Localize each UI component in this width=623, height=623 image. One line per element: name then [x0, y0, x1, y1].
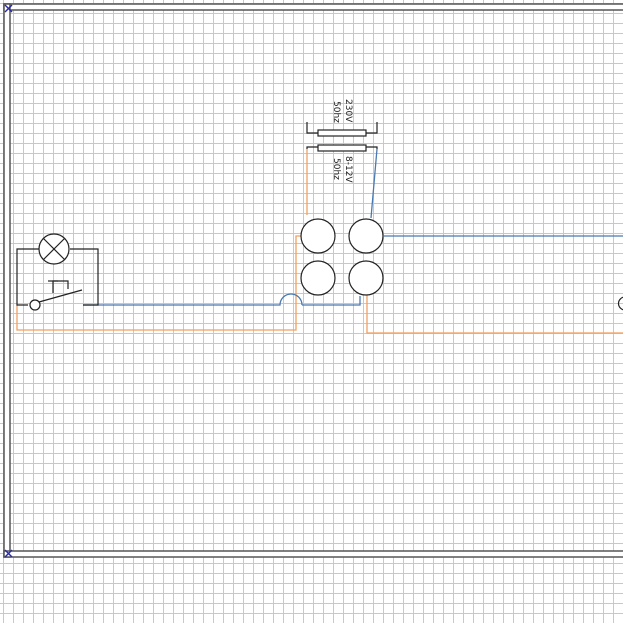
- neutral-wire-transformer-to-junction[interactable]: [370, 148, 378, 219]
- junction-terminal-icon[interactable]: [300, 260, 336, 296]
- junction-box[interactable]: [300, 218, 384, 296]
- neutral-wire-switch-to-junction[interactable]: [83, 293, 303, 306]
- transformer-secondary-frequency: 50hz: [331, 158, 341, 180]
- drawing-canvas[interactable]: 230V 50hz 8-12V 50hz: [0, 0, 623, 623]
- transformer-primary-frequency: 50hz: [331, 101, 341, 123]
- wall-bottom: [3, 550, 623, 558]
- junction-terminal-icon[interactable]: [300, 218, 336, 254]
- junction-terminal-icon[interactable]: [348, 218, 384, 254]
- wall-top: [3, 3, 623, 11]
- neutral-wire-junction-bottom[interactable]: [302, 296, 361, 306]
- partial-fixture-icon[interactable]: [617, 296, 623, 311]
- push-button-icon[interactable]: [29, 280, 83, 311]
- transformer-secondary-voltage: 8-12V: [343, 156, 353, 183]
- wiring-diagram: 230V 50hz 8-12V 50hz: [3, 3, 623, 558]
- lamp-circuit-loop: [16, 248, 39, 306]
- lamp-icon[interactable]: [38, 233, 70, 265]
- transformer-icon[interactable]: 230V 50hz 8-12V 50hz: [306, 99, 378, 183]
- transformer-primary-voltage: 230V: [343, 99, 353, 123]
- lamp-switch-assembly[interactable]: [16, 233, 99, 311]
- lamp-circuit-right: [70, 248, 99, 306]
- wall-left: [3, 3, 11, 558]
- live-wire-junction-to-right[interactable]: [366, 294, 623, 334]
- junction-terminal-icon[interactable]: [348, 260, 384, 296]
